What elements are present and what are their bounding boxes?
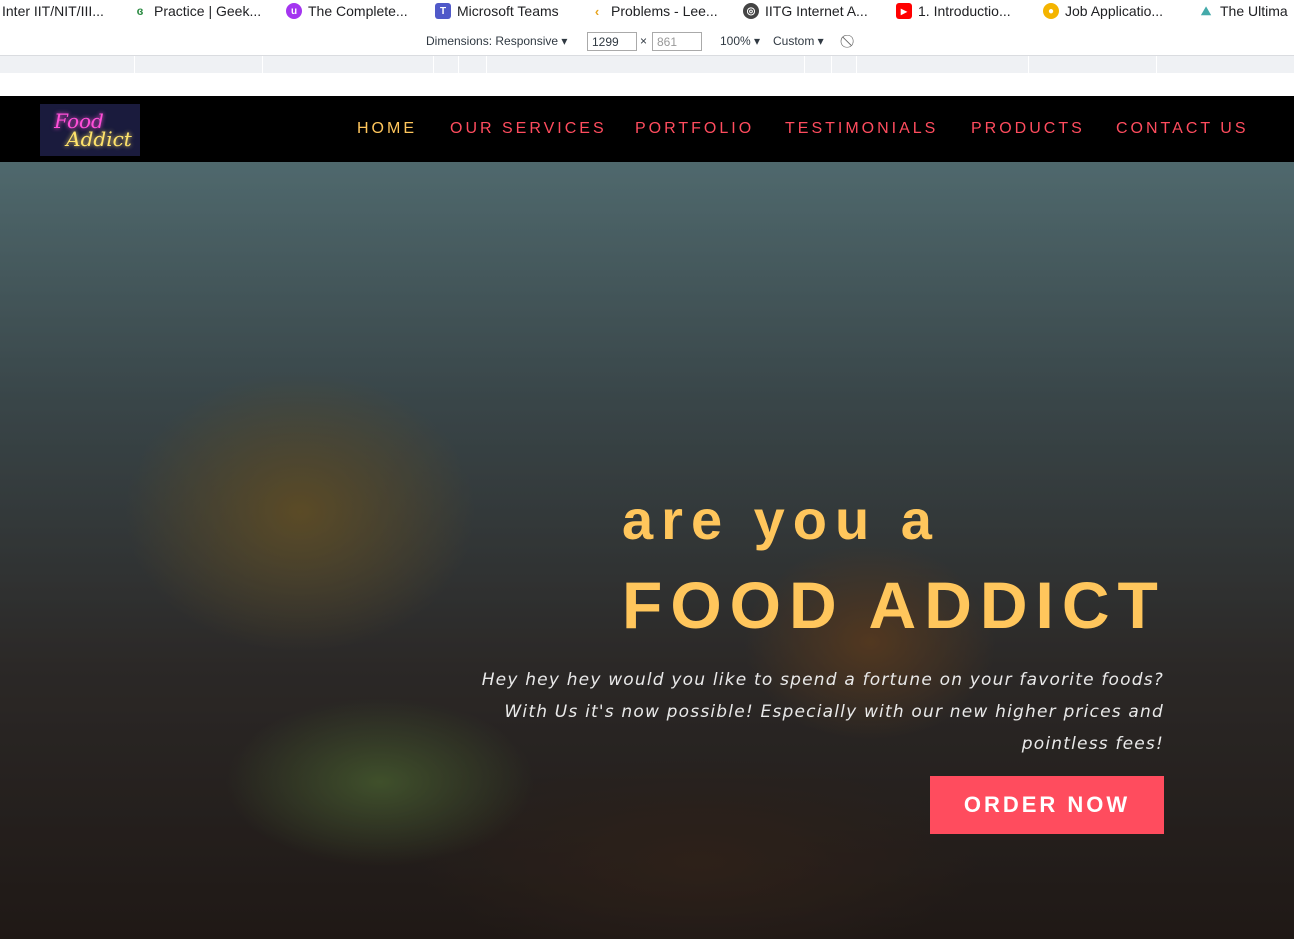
dimensions-dropdown[interactable]: Dimensions: Responsive ▾ xyxy=(426,34,567,48)
bookmarks-bar: Inter IIT/NIT/III... ɞ Practice | Geek..… xyxy=(0,0,1294,28)
bookmark-item[interactable]: ⛰ The Ultima xyxy=(1198,0,1288,22)
bookmark-label: 1. Introductio... xyxy=(918,3,1011,19)
bookmark-label: IITG Internet A... xyxy=(765,3,868,19)
bookmark-item[interactable]: ɞ Practice | Geek... xyxy=(132,0,262,22)
bookmark-label: Job Applicatio... xyxy=(1065,3,1164,19)
times-symbol: × xyxy=(640,34,648,48)
bookmark-item[interactable]: Inter IIT/NIT/III... xyxy=(2,0,104,22)
youtube-icon: ▶ xyxy=(896,3,912,19)
bookmark-label: Problems - Lee... xyxy=(611,3,718,19)
device-toolbar: Dimensions: Responsive ▾ 1299 × 861 100%… xyxy=(0,28,1294,56)
zoom-dropdown[interactable]: 100% ▾ xyxy=(720,34,760,48)
bookmark-label: The Complete... xyxy=(308,3,408,19)
geeksforgeeks-icon: ɞ xyxy=(136,4,144,18)
nav-link-our-services[interactable]: OUR SERVICES xyxy=(450,120,607,138)
bookmark-label: Inter IIT/NIT/III... xyxy=(2,3,104,19)
bookmark-item[interactable]: ● Job Applicatio... xyxy=(1043,0,1163,22)
viewport-gap xyxy=(0,73,1294,96)
hero-title: FOOD ADDICT xyxy=(622,568,1166,642)
order-now-button[interactable]: ORDER NOW xyxy=(930,776,1164,834)
nav-link-contact-us[interactable]: CONTACT US xyxy=(1116,120,1249,138)
nav-link-products[interactable]: PRODUCTS xyxy=(971,120,1085,138)
hero-section: are you a FOOD ADDICT Hey hey hey would … xyxy=(0,162,1294,939)
height-input[interactable]: 861 xyxy=(652,32,702,51)
bookmark-item[interactable]: ◎ IITG Internet A... xyxy=(743,0,868,22)
teams-icon: T xyxy=(435,3,451,19)
bookmark-icon: ⛰ xyxy=(1200,3,1212,18)
logo-line2: Addict xyxy=(66,127,132,151)
bookmark-item[interactable]: T Microsoft Teams xyxy=(435,0,559,22)
bookmark-label: Practice | Geek... xyxy=(154,3,262,19)
nav-link-home[interactable]: HOME xyxy=(357,120,417,138)
nav-link-portfolio[interactable]: PORTFOLIO xyxy=(635,120,754,138)
globe-icon: ◎ xyxy=(743,3,759,19)
width-input[interactable]: 1299 xyxy=(587,32,637,51)
site-navbar: Food Addict HOME OUR SERVICES PORTFOLIO … xyxy=(0,96,1294,162)
bookmark-item[interactable]: ▶ 1. Introductio... xyxy=(896,0,1011,22)
hero-eyebrow: are you a xyxy=(622,488,940,551)
hero-description: Hey hey hey would you like to spend a fo… xyxy=(481,670,1164,754)
throttle-dropdown[interactable]: Custom ▾ xyxy=(773,34,824,48)
food-addict-logo[interactable]: Food Addict xyxy=(40,104,140,156)
leetcode-icon: ‹ xyxy=(594,3,600,19)
udemy-icon: u xyxy=(286,3,302,19)
bookmark-label: Microsoft Teams xyxy=(457,3,559,19)
nav-link-testimonials[interactable]: TESTIMONIALS xyxy=(785,120,938,138)
bookmark-item[interactable]: u The Complete... xyxy=(286,0,408,22)
media-query-bar[interactable] xyxy=(0,56,1294,73)
bookmark-item[interactable]: ‹ Problems - Lee... xyxy=(589,0,718,22)
app-icon: ● xyxy=(1043,3,1059,19)
bookmark-label: The Ultima xyxy=(1220,3,1288,19)
